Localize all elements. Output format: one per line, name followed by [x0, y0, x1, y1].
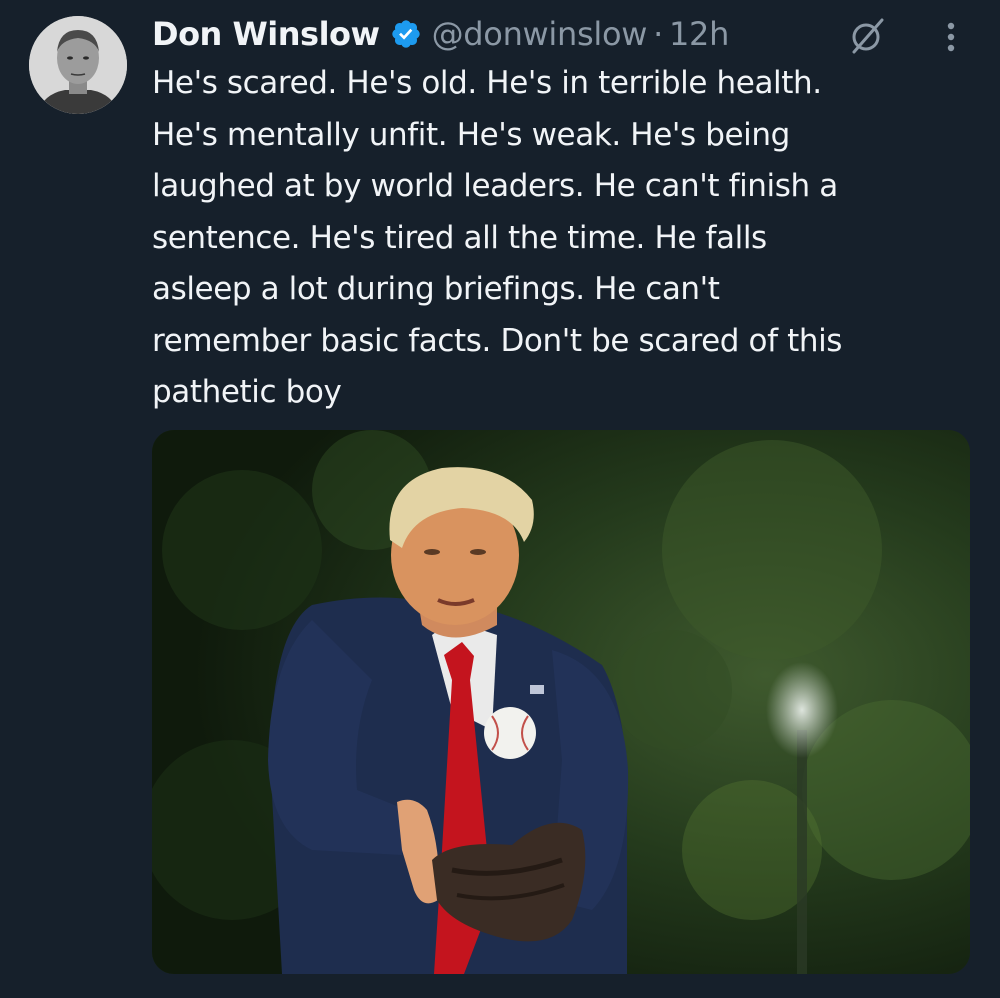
- tweet-text: He's scared. He's old. He's in terrible …: [152, 58, 972, 419]
- tweet-text-line: remember basic facts. Don't be scared of…: [152, 322, 843, 359]
- tweet-text-line: asleep a lot during briefings. He can't: [152, 271, 720, 307]
- verified-badge-icon: [390, 18, 422, 50]
- author-handle[interactable]: @donwinslow: [432, 15, 648, 53]
- tweet-text-line: He's mentally unfit. He's weak. He's bei…: [152, 116, 790, 153]
- more-options-icon[interactable]: [936, 16, 966, 56]
- tweet-timestamp[interactable]: 12h: [669, 15, 729, 53]
- author-avatar[interactable]: [29, 16, 127, 114]
- tweet-header: Don Winslow @donwinslow · 12h: [152, 12, 729, 56]
- tweet-text-line: pathetic boy: [152, 374, 342, 410]
- tweet-media-photo[interactable]: [152, 430, 970, 974]
- author-display-name[interactable]: Don Winslow: [152, 15, 380, 53]
- tweet-text-line: sentence. He's tired all the time. He fa…: [152, 219, 767, 256]
- header-separator: ·: [653, 15, 663, 53]
- tweet-text-line: laughed at by world leaders. He can't fi…: [152, 168, 838, 204]
- tweet[interactable]: Don Winslow @donwinslow · 12h He's scare…: [0, 0, 1000, 998]
- grok-icon[interactable]: [848, 16, 888, 56]
- tweet-text-line: He's scared. He's old. He's in terrible …: [152, 65, 822, 101]
